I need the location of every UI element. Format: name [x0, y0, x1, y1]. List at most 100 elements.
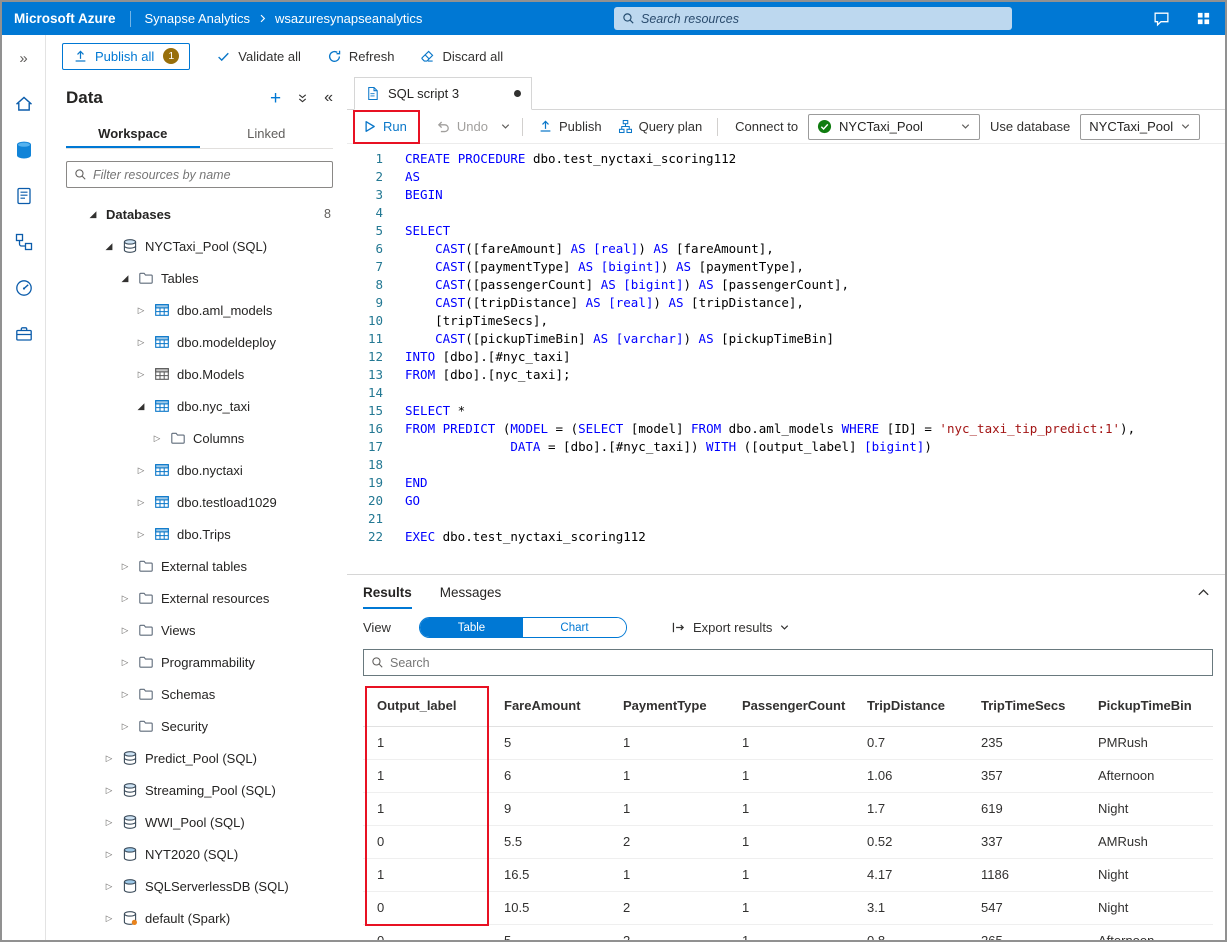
tree-item-nyctaxi-pool-sql[interactable]: ◢ NYCTaxi_Pool (SQL): [66, 230, 347, 262]
publish-all-button[interactable]: Publish all 1: [62, 42, 191, 70]
refresh-button[interactable]: Refresh: [327, 49, 394, 64]
tree-item-sqlserverlessdb-sql[interactable]: ▷ SQLServerlessDB (SQL): [66, 870, 347, 902]
tree-item-dbo-modeldeploy[interactable]: ▷ dbo.modeldeploy: [66, 326, 347, 358]
tree-item-views[interactable]: ▷ Views: [66, 614, 347, 646]
discard-all-button[interactable]: Discard all: [420, 49, 503, 64]
collapse-arrow-icon[interactable]: ◢: [119, 273, 131, 284]
expand-arrow-icon[interactable]: ▷: [135, 337, 147, 348]
collapse-arrow-icon[interactable]: ◢: [87, 209, 99, 220]
connect-to-dropdown[interactable]: NYCTaxi_Pool: [808, 113, 981, 140]
column-header-pickuptimebin[interactable]: PickupTimeBin: [1084, 686, 1213, 727]
tree-item-programmability[interactable]: ▷ Programmability: [66, 646, 347, 678]
expand-arrow-icon[interactable]: ▷: [151, 433, 163, 444]
tree-item-tables[interactable]: ◢ Tables: [66, 262, 347, 294]
expand-arrow-icon[interactable]: ▷: [119, 625, 131, 636]
table-row[interactable]: 1 5 1 1 0.7 235 PMRush: [363, 726, 1213, 760]
expand-arrow-icon[interactable]: ▷: [103, 881, 115, 892]
tab-sql-script-3[interactable]: SQL script 3: [354, 77, 532, 110]
undo-dropdown-chevron-icon[interactable]: [496, 113, 515, 141]
table-row[interactable]: 1 16.5 1 1 4.17 1186 Night: [363, 858, 1213, 892]
expand-arrow-icon[interactable]: ▷: [103, 753, 115, 764]
column-header-triptimesecs[interactable]: TripTimeSecs: [967, 686, 1084, 727]
tree-item-surfacesalesdb-spark[interactable]: ▷surfacesalesdb (Spark): [66, 934, 347, 940]
tree-item-dbo-nyc-taxi[interactable]: ◢ dbo.nyc_taxi: [66, 390, 347, 422]
tree-item-databases[interactable]: ◢ Databases 8: [66, 198, 347, 230]
table-row[interactable]: 05210.8265Afternoon: [363, 924, 1213, 940]
collapse-results-chevron-icon[interactable]: [1196, 585, 1213, 600]
tree-item-dbo-models[interactable]: ▷ dbo.Models: [66, 358, 347, 390]
nav-home[interactable]: [2, 81, 46, 127]
expand-arrow-icon[interactable]: ▷: [135, 465, 147, 476]
run-button[interactable]: Run: [357, 113, 412, 141]
publish-button[interactable]: Publish: [530, 113, 610, 141]
expand-arrow-icon[interactable]: ▷: [119, 689, 131, 700]
table-row[interactable]: 1 6 1 1 1.06 357 Afternoon: [363, 759, 1213, 793]
nav-develop[interactable]: [2, 173, 46, 219]
tree-item-external-tables[interactable]: ▷ External tables: [66, 550, 347, 582]
tree-item-dbo-testload1029[interactable]: ▷ dbo.testload1029: [66, 486, 347, 518]
expand-arrow-icon[interactable]: ▷: [103, 849, 115, 860]
expand-nav-button[interactable]: »: [19, 43, 27, 73]
validate-all-button[interactable]: Validate all: [216, 49, 301, 64]
nav-manage[interactable]: [2, 311, 46, 357]
breadcrumb-synapse-analytics[interactable]: Synapse Analytics: [145, 11, 251, 26]
add-resource-button[interactable]: +: [270, 89, 281, 108]
expand-arrow-icon[interactable]: ▷: [119, 593, 131, 604]
view-table-option[interactable]: Table: [419, 618, 523, 637]
results-search-input[interactable]: [390, 655, 1205, 670]
breadcrumb-workspace[interactable]: wsazuresynapseanalytics: [275, 11, 422, 26]
table-row[interactable]: 1 9 1 1 1.7 619 Night: [363, 792, 1213, 826]
tree-item-dbo-aml-models[interactable]: ▷ dbo.aml_models: [66, 294, 347, 326]
apps-grid-icon[interactable]: [1196, 11, 1211, 26]
column-header-paymenttype[interactable]: PaymentType: [609, 686, 728, 727]
nav-data[interactable]: [2, 127, 46, 173]
search-resources-input[interactable]: [641, 11, 1004, 26]
collapse-arrow-icon[interactable]: ◢: [135, 401, 147, 412]
global-search-box[interactable]: [614, 7, 1012, 30]
undo-button[interactable]: Undo: [428, 113, 496, 141]
expand-arrow-icon[interactable]: ▷: [103, 913, 115, 924]
expand-arrow-icon[interactable]: ▷: [135, 305, 147, 316]
tree-item-nyt2020-sql[interactable]: ▷ NYT2020 (SQL): [66, 838, 347, 870]
expand-arrow-icon[interactable]: ▷: [135, 497, 147, 508]
column-header-fareamount[interactable]: FareAmount: [490, 686, 609, 727]
expand-arrow-icon[interactable]: ▷: [103, 817, 115, 828]
results-search-box[interactable]: [363, 649, 1213, 676]
tree-item-security[interactable]: ▷ Security: [66, 710, 347, 742]
expand-arrow-icon[interactable]: ▷: [119, 721, 131, 732]
column-header-output_label[interactable]: Output_label: [363, 686, 490, 727]
tab-linked[interactable]: Linked: [200, 119, 334, 148]
tab-workspace[interactable]: Workspace: [66, 119, 200, 148]
use-database-dropdown[interactable]: NYCTaxi_Pool: [1080, 113, 1201, 140]
tree-item-external-resources[interactable]: ▷ External resources: [66, 582, 347, 614]
column-header-tripdistance[interactable]: TripDistance: [853, 686, 967, 727]
nav-monitor[interactable]: [2, 265, 46, 311]
tree-item-default-spark[interactable]: ▷ default (Spark): [66, 902, 347, 934]
table-row[interactable]: 0 5.5 2 1 0.52 337 AMRush: [363, 825, 1213, 859]
feedback-icon[interactable]: [1153, 10, 1170, 27]
collapse-arrow-icon[interactable]: ◢: [103, 241, 115, 252]
panel-actions-chevron-icon[interactable]: [297, 93, 308, 104]
tree-item-streaming-pool-sql[interactable]: ▷ Streaming_Pool (SQL): [66, 774, 347, 806]
tree-item-columns[interactable]: ▷ Columns: [66, 422, 347, 454]
filter-resources-box[interactable]: [66, 161, 333, 188]
tab-messages[interactable]: Messages: [440, 575, 502, 609]
sql-editor[interactable]: 1 2 3 4 5 6 7 8 9 10 11 12 13 14 15 16 17 18 19 20 21 22 CREA…: [347, 144, 1225, 574]
expand-arrow-icon[interactable]: ▷: [119, 657, 131, 668]
tree-item-wwi-pool-sql[interactable]: ▷ WWI_Pool (SQL): [66, 806, 347, 838]
expand-arrow-icon[interactable]: ▷: [103, 785, 115, 796]
tab-results[interactable]: Results: [363, 575, 412, 609]
expand-arrow-icon[interactable]: ▷: [119, 561, 131, 572]
expand-arrow-icon[interactable]: ▷: [135, 369, 147, 380]
collapse-panel-button[interactable]: «: [324, 90, 333, 106]
expand-arrow-icon[interactable]: ▷: [135, 529, 147, 540]
tree-item-dbo-nyctaxi[interactable]: ▷ dbo.nyctaxi: [66, 454, 347, 486]
tree-item-dbo-trips[interactable]: ▷ dbo.Trips: [66, 518, 347, 550]
export-results-button[interactable]: Export results: [671, 620, 790, 635]
view-chart-option[interactable]: Chart: [522, 618, 626, 637]
table-row[interactable]: 0 10.5 2 1 3.1 547 Night: [363, 891, 1213, 925]
microsoft-azure-logo[interactable]: Microsoft Azure: [14, 11, 116, 26]
filter-resources-input[interactable]: [93, 167, 325, 182]
tree-item-predict-pool-sql[interactable]: ▷ Predict_Pool (SQL): [66, 742, 347, 774]
nav-integrate[interactable]: [2, 219, 46, 265]
